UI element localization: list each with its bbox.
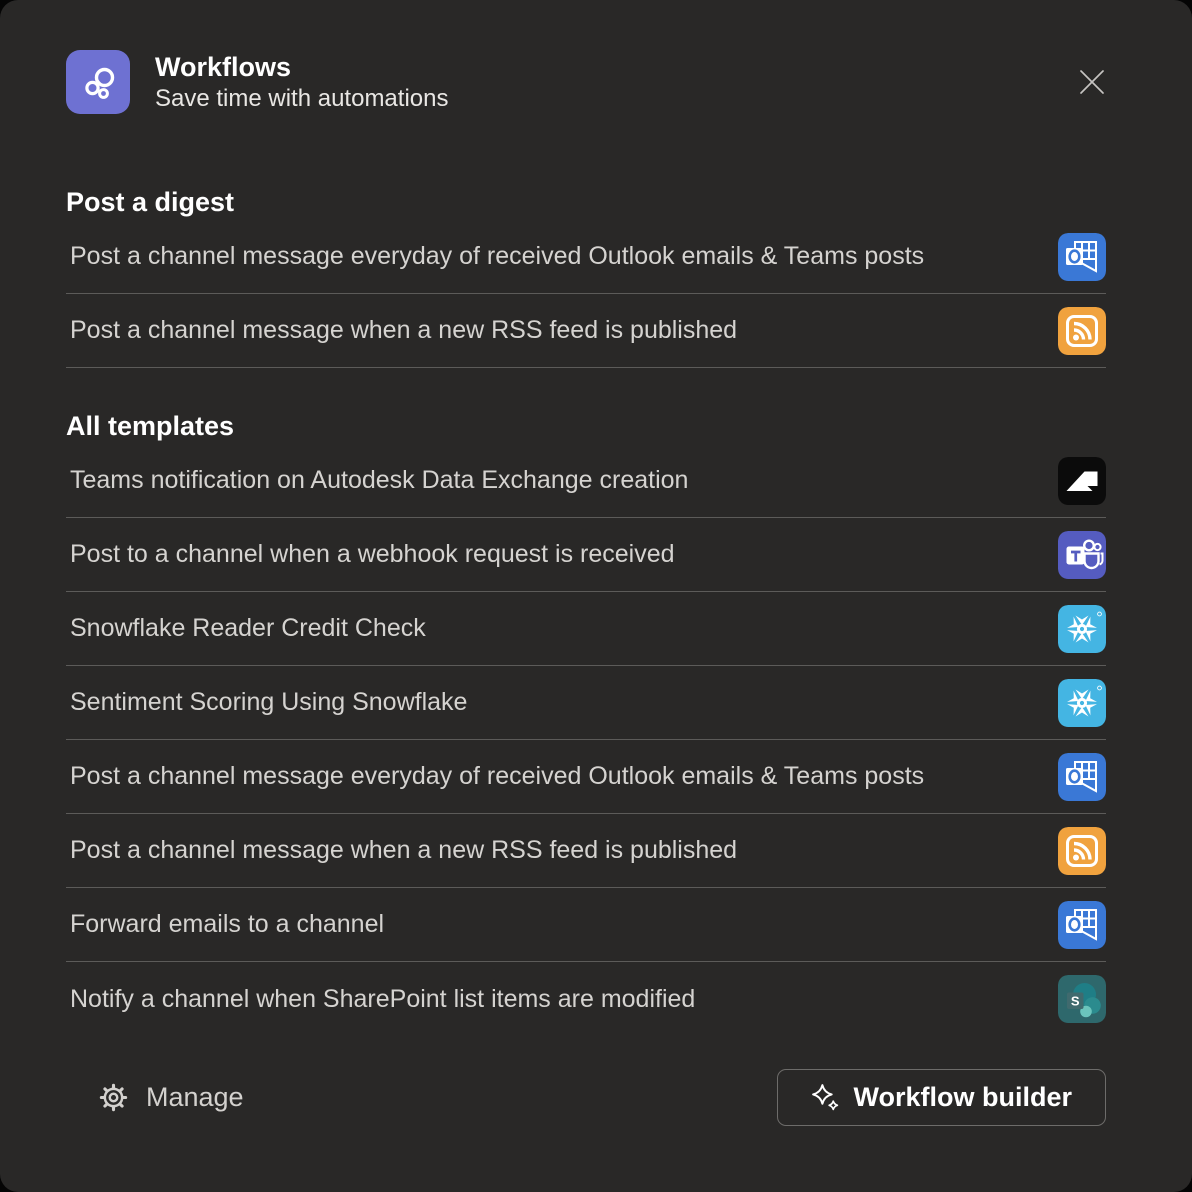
template-label: Post a channel message when a new RSS fe…	[70, 836, 1046, 865]
section-all-templates: All templates Teams notification on Auto…	[66, 410, 1106, 1036]
teams-icon	[1058, 531, 1106, 579]
header-text: Workflows Save time with automations	[155, 50, 448, 114]
snowflake-icon	[1058, 605, 1106, 653]
template-label: Forward emails to a channel	[70, 910, 1046, 939]
template-row[interactable]: Sentiment Scoring Using Snowflake	[66, 666, 1106, 740]
gear-icon	[98, 1082, 129, 1113]
outlook-icon	[1058, 901, 1106, 949]
template-label: Post a channel message everyday of recei…	[70, 762, 1046, 791]
template-label: Snowflake Reader Credit Check	[70, 614, 1046, 643]
template-row[interactable]: Post a channel message everyday of recei…	[66, 740, 1106, 814]
sparkle-icon	[811, 1083, 840, 1112]
close-icon	[1078, 68, 1106, 96]
dialog-title: Workflows	[155, 50, 448, 84]
template-row[interactable]: Notify a channel when SharePoint list it…	[66, 962, 1106, 1036]
workflow-builder-label: Workflow builder	[853, 1082, 1072, 1113]
template-row[interactable]: Teams notification on Autodesk Data Exch…	[66, 444, 1106, 518]
workflow-share-icon	[66, 50, 130, 114]
rss-icon	[1058, 307, 1106, 355]
outlook-icon	[1058, 233, 1106, 281]
workflows-dialog: Workflows Save time with automations Pos…	[0, 0, 1192, 1192]
template-row[interactable]: Forward emails to a channel	[66, 888, 1106, 962]
close-button[interactable]	[1078, 68, 1106, 96]
template-row[interactable]: Post a channel message everyday of recei…	[66, 220, 1106, 294]
template-row[interactable]: Post a channel message when a new RSS fe…	[66, 294, 1106, 368]
autodesk-icon	[1058, 457, 1106, 505]
outlook-icon	[1058, 753, 1106, 801]
template-label: Post to a channel when a webhook request…	[70, 540, 1046, 569]
template-row[interactable]: Snowflake Reader Credit Check	[66, 592, 1106, 666]
section-heading: Post a digest	[66, 186, 1106, 218]
section-post-a-digest: Post a digest Post a channel message eve…	[66, 186, 1106, 368]
snowflake-icon	[1058, 679, 1106, 727]
dialog-header: Workflows Save time with automations	[66, 50, 1106, 114]
rss-icon	[1058, 827, 1106, 875]
template-label: Post a channel message when a new RSS fe…	[70, 316, 1046, 345]
template-label: Post a channel message everyday of recei…	[70, 242, 1046, 271]
template-label: Teams notification on Autodesk Data Exch…	[70, 466, 1046, 495]
template-label: Sentiment Scoring Using Snowflake	[70, 688, 1046, 717]
template-row[interactable]: Post a channel message when a new RSS fe…	[66, 814, 1106, 888]
sharepoint-icon	[1058, 975, 1106, 1023]
manage-button[interactable]: Manage	[98, 1082, 244, 1113]
section-heading: All templates	[66, 410, 1106, 442]
template-label: Notify a channel when SharePoint list it…	[70, 985, 1046, 1014]
dialog-footer: Manage Workflow builder	[66, 1068, 1106, 1126]
dialog-subtitle: Save time with automations	[155, 84, 448, 114]
workflow-builder-button[interactable]: Workflow builder	[777, 1069, 1106, 1126]
template-row[interactable]: Post to a channel when a webhook request…	[66, 518, 1106, 592]
manage-label: Manage	[146, 1082, 244, 1113]
